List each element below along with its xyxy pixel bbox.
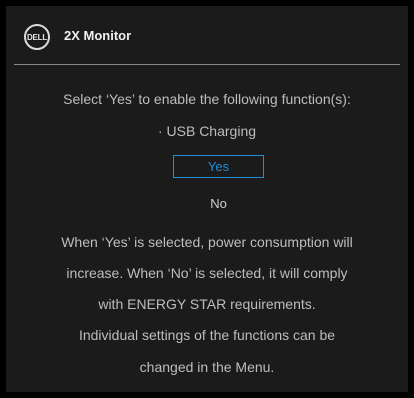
osd-panel: DELL 2X Monitor Select ‘Yes’ to enable t… <box>6 6 408 392</box>
dell-logo-icon: DELL <box>24 24 50 50</box>
yes-option-button[interactable]: Yes <box>173 155 264 178</box>
osd-header: DELL 2X Monitor <box>6 6 408 64</box>
no-option-button[interactable]: No <box>173 192 264 215</box>
function-item-usb-charging: · USB Charging <box>157 123 257 139</box>
instruction-text: Select ‘Yes’ to enable the following fun… <box>63 91 351 107</box>
note-line-2: increase. When ‘No’ is selected, it will… <box>66 265 348 281</box>
note-line-3: with ENERGY STAR requirements. <box>98 296 316 312</box>
osd-window: DELL 2X Monitor Select ‘Yes’ to enable t… <box>0 0 414 398</box>
note-line-4: Individual settings of the functions can… <box>78 327 336 343</box>
prompt-content: Select ‘Yes’ to enable the following fun… <box>6 65 408 392</box>
monitor-title: 2X Monitor <box>64 28 132 43</box>
note-line-1: When ‘Yes’ is selected, power consumptio… <box>61 234 353 250</box>
dell-logo-text: DELL <box>26 32 48 42</box>
note-line-5: changed in the Menu. <box>139 359 275 375</box>
